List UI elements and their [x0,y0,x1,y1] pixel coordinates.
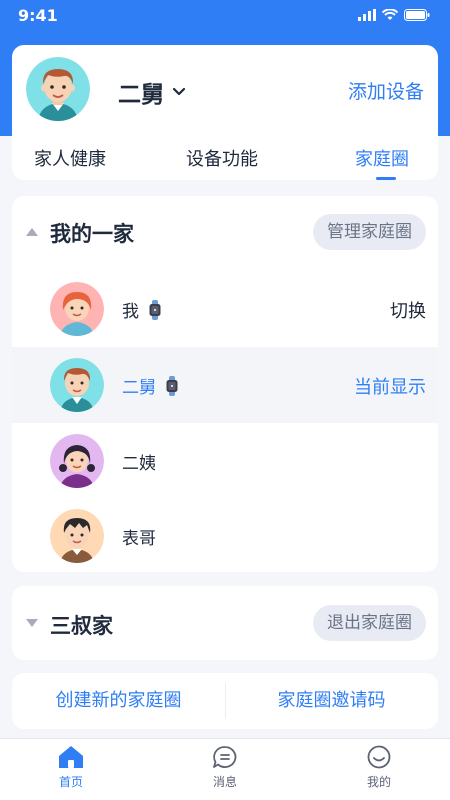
profile-name-selector[interactable]: 二舅 [118,75,186,109]
status-time: 9:41 [18,6,58,25]
tab-profile[interactable]: 我的 [339,745,419,790]
member-name: 二舅 [122,373,178,398]
tab-label: 首页 [58,775,83,789]
chevron-down-icon [172,87,186,96]
tab-label: 消息 [212,775,237,789]
group-header-my-family[interactable]: 我的一家 管理家庭圈 [12,196,438,256]
avatar [50,434,104,488]
tab-messages[interactable]: 消息 [185,745,265,790]
avatar [50,282,104,336]
create-family-circle-button[interactable]: 创建新的家庭圈 [12,673,225,729]
invite-code-button[interactable]: 家庭圈邀请码 [225,673,438,729]
wifi-icon [382,9,398,20]
watch-icon [166,375,178,396]
tab-home[interactable]: 首页 [31,745,111,790]
top-tabs: 家人健康 设备功能 家庭圈 [12,143,438,180]
expand-triangle-icon[interactable] [26,619,38,627]
add-device-link[interactable]: 添加设备 [348,77,424,104]
message-icon [213,746,237,768]
member-name-text: 二姨 [122,454,156,474]
group-header-third-uncle[interactable]: 三叔家 退出家庭圈 [12,586,438,660]
member-name-text: 我 [122,302,139,322]
group-title: 我的一家 [50,222,134,246]
signal-icon [358,9,376,21]
bottom-tab-bar: 首页 消息 我的 [0,738,450,800]
member-name-text: 二舅 [122,378,156,398]
smile-icon [367,745,391,769]
tab-family-circle[interactable]: 家庭圈 [355,145,409,171]
member-name: 二姨 [122,449,156,474]
member-row-me[interactable]: 我 切换 [12,271,438,347]
collapse-triangle-icon[interactable] [26,228,38,236]
member-name: 表哥 [122,524,156,549]
status-icons [358,9,430,21]
avatar [50,358,104,412]
member-row-cousin[interactable]: 表哥 [12,498,438,574]
member-row-aunt[interactable]: 二姨 [12,423,438,499]
family-group-card-2: 三叔家 退出家庭圈 [12,586,438,660]
tab-label: 我的 [366,775,391,789]
family-group-card: 我的一家 管理家庭圈 我 切换 二舅 当前显示 二姨 表哥 [12,196,438,572]
active-tab-indicator [376,177,396,180]
current-display-label: 当前显示 [354,377,426,398]
watch-icon [149,299,161,320]
family-actions-card: 创建新的家庭圈 家庭圈邀请码 [12,673,438,729]
battery-icon [404,9,430,21]
switch-member-link[interactable]: 切换 [390,297,426,323]
member-name: 我 [122,297,161,322]
home-icon [59,746,83,768]
manage-family-button[interactable]: 管理家庭圈 [313,214,426,250]
tab-device-functions[interactable]: 设备功能 [186,145,258,171]
member-row-uncle[interactable]: 二舅 当前显示 [12,347,438,423]
member-name-text: 表哥 [122,529,156,549]
profile-header-card: 二舅 添加设备 家人健康 设备功能 家庭圈 [12,45,438,180]
group-title: 三叔家 [50,614,113,638]
tab-family-health[interactable]: 家人健康 [34,145,106,171]
avatar [50,509,104,563]
profile-avatar[interactable] [26,57,90,121]
profile-name: 二舅 [118,82,164,108]
exit-family-button[interactable]: 退出家庭圈 [313,605,426,641]
